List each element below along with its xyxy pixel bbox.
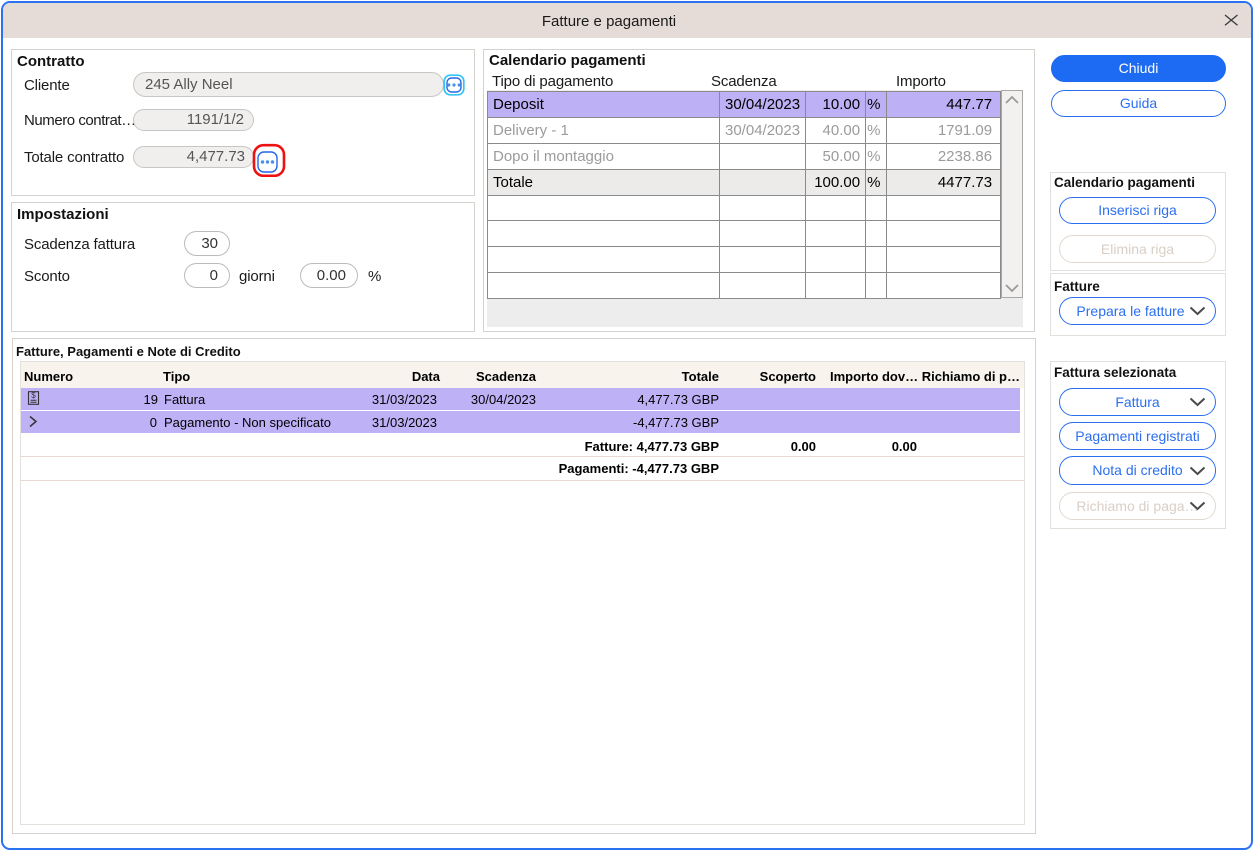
svg-text:$: $ [31,391,36,400]
